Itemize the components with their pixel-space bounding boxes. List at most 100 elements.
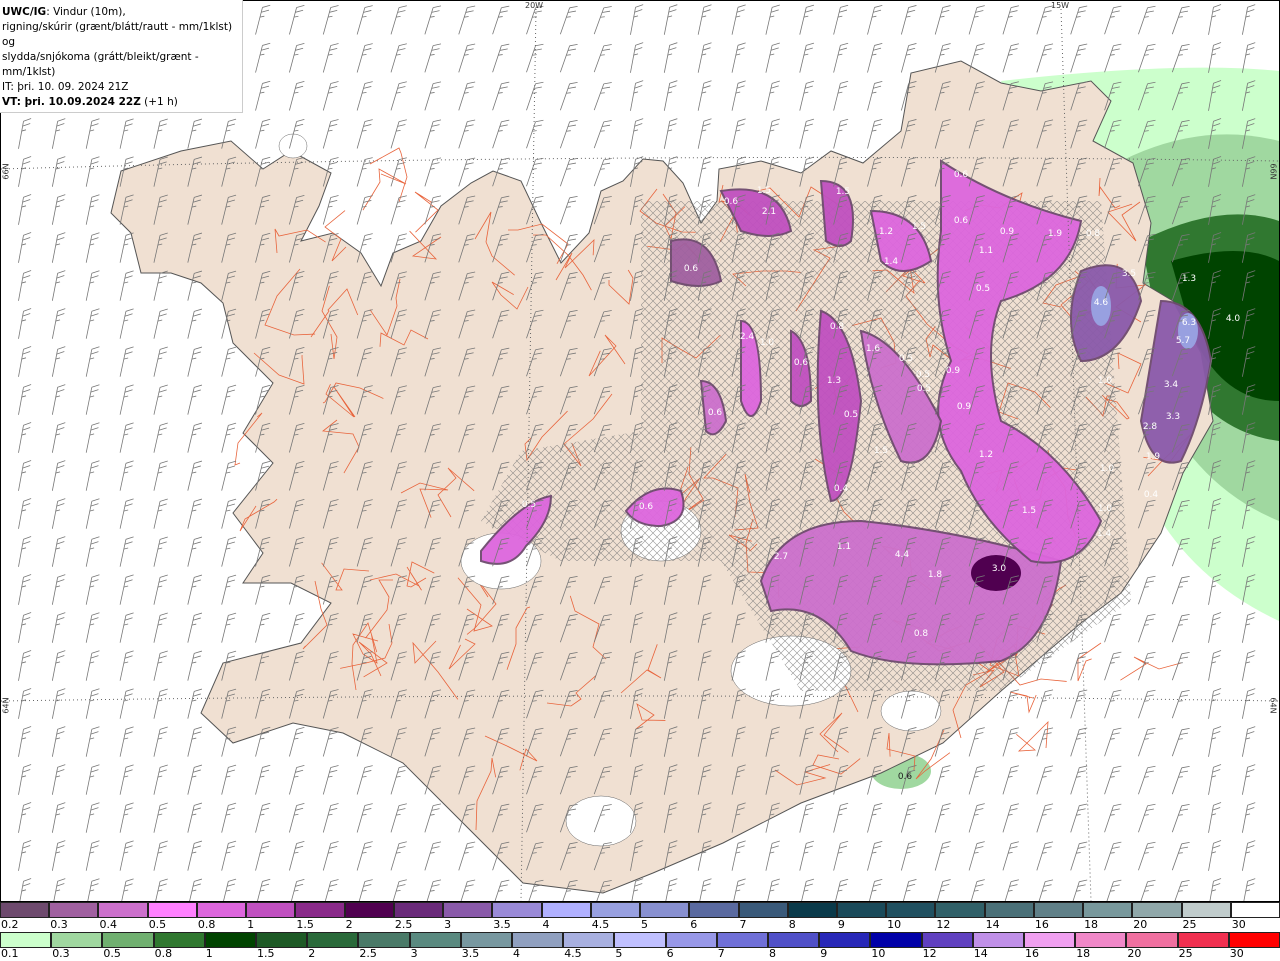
wind-barb <box>1241 688 1256 719</box>
precip-value-label: 0.6 <box>898 772 913 782</box>
wind-barb <box>119 308 134 339</box>
snow-legend-bar <box>0 902 1280 918</box>
wind-barb <box>390 119 407 149</box>
wind-barb <box>119 764 134 795</box>
wind-barb <box>900 803 917 833</box>
precip-value-label: 4.4 <box>895 550 910 560</box>
wind-barb <box>593 6 612 35</box>
wind-barb <box>322 879 339 909</box>
wind-barb <box>1104 841 1122 871</box>
legend-swatch <box>460 932 513 948</box>
road <box>362 168 407 211</box>
wind-barb <box>1070 689 1088 719</box>
wind-barb <box>867 118 883 149</box>
wind-barb <box>51 194 66 225</box>
wind-barb <box>559 119 578 149</box>
wind-barb <box>187 726 203 757</box>
wind-barb <box>630 42 644 73</box>
wind-barb <box>153 422 168 453</box>
wind-barb <box>1138 575 1156 605</box>
precip-value-label: 1.3 <box>1182 274 1196 284</box>
wind-barb <box>867 42 883 73</box>
wind-barb <box>85 498 100 529</box>
precip-value-label: 3.3 <box>1166 412 1180 422</box>
wind-barb <box>322 195 339 225</box>
wind-barb <box>85 384 100 415</box>
wind-barb <box>153 308 168 339</box>
wind-barb <box>289 879 305 909</box>
legend-label: 16 <box>1025 947 1039 960</box>
wind-barb <box>356 879 373 909</box>
wind-barb <box>51 498 66 529</box>
wind-barb <box>221 422 237 453</box>
precip-value-label: 1.6 <box>866 344 881 354</box>
legend-label: 7 <box>717 947 725 960</box>
precip-value-label: 4.0 <box>1226 314 1241 324</box>
wind-barb <box>51 726 66 757</box>
wind-barb <box>322 5 339 35</box>
wind-barb <box>492 43 510 73</box>
header-line3: slydda/snjókoma (grátt/bleikt/grænt - mm… <box>2 51 199 78</box>
wind-barb <box>1138 5 1156 35</box>
precip-value-label: 0.5 <box>916 370 930 380</box>
wind-barb <box>119 384 134 415</box>
legend-swatch <box>1126 932 1178 948</box>
precip-value-label: 0.5 <box>976 284 990 294</box>
wind-barb <box>289 81 305 111</box>
wind-barb <box>799 118 815 149</box>
legend-swatch <box>1132 902 1182 918</box>
wind-barb <box>424 43 442 73</box>
wind-barb <box>153 460 168 491</box>
wind-barb <box>424 803 442 833</box>
wind-barb <box>289 5 305 35</box>
wind-barb <box>153 574 168 605</box>
wind-barb <box>187 346 203 377</box>
wind-barb <box>322 841 339 871</box>
wind-barb <box>255 612 271 643</box>
wind-barb <box>153 118 168 149</box>
wind-barb <box>833 42 849 73</box>
wind-barb <box>1171 5 1190 35</box>
wind-barb <box>51 118 66 149</box>
wind-barb <box>119 688 134 719</box>
wind-barb <box>187 878 203 909</box>
wind-barb <box>833 802 849 833</box>
wind-barb <box>1241 612 1256 643</box>
wind-barb <box>51 612 66 643</box>
wind-barb <box>119 840 134 871</box>
wind-barb <box>51 308 66 339</box>
wind-barb <box>1208 764 1222 795</box>
wind-barb <box>289 841 305 871</box>
wind-barb <box>559 43 578 73</box>
wind-barb <box>968 879 985 909</box>
precip-value-label: 1.5 <box>912 222 926 232</box>
wind-barb <box>85 764 100 795</box>
precip-value-label: 1.1 <box>979 246 993 256</box>
legend-label: 3 <box>444 918 452 931</box>
weather-map[interactable]: 0.6 1.5 2.1 0.6 1.5 0.6 0.6 1.2 1.5 0.9 1.9 1.4 1.1 0… <box>0 0 1280 909</box>
wind-barb <box>255 764 271 795</box>
legend-swatch <box>1230 902 1280 918</box>
wind-barb <box>255 4 271 35</box>
product-name: UWC/IG <box>2 6 47 18</box>
wind-barb <box>630 118 644 149</box>
legend-swatch <box>787 902 837 918</box>
wind-barb <box>18 878 32 909</box>
legend-label: 6 <box>690 918 698 931</box>
road <box>369 147 408 202</box>
wind-barb <box>1171 803 1190 833</box>
legend-label: 2.5 <box>394 918 413 931</box>
legend-swatch <box>393 902 444 918</box>
legend-label: 10 <box>887 918 902 931</box>
wind-barb <box>833 80 849 111</box>
precip-value-label: 0.5 <box>899 354 913 364</box>
wind-barb <box>968 765 985 795</box>
glacier <box>565 795 637 847</box>
wind-barb <box>968 803 985 833</box>
precip-value-label: 1.9 <box>1048 229 1063 239</box>
legend-swatch <box>689 902 739 918</box>
wind-barb <box>153 688 168 719</box>
wind-barb <box>85 726 100 757</box>
wind-barb <box>153 346 168 377</box>
wind-barb <box>1171 613 1190 643</box>
